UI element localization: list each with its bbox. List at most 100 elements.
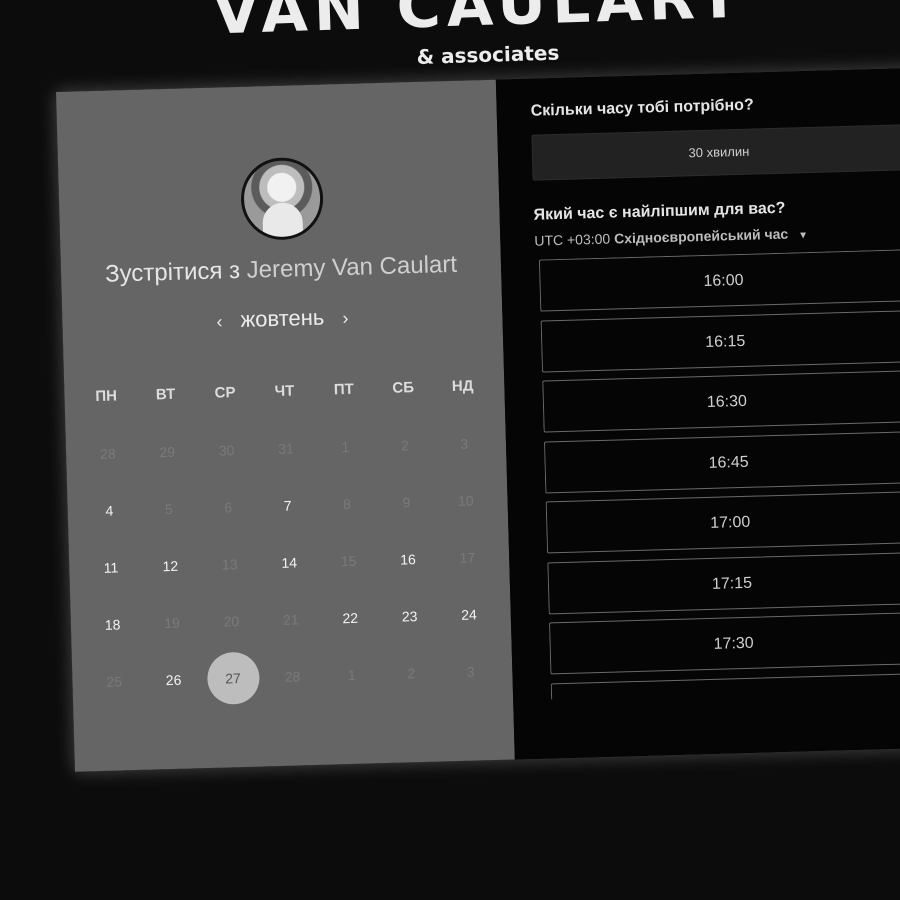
weekday-header: НД: [451, 377, 474, 396]
calendar-day-number: 1: [347, 666, 356, 683]
calendar-day: 1: [321, 645, 382, 704]
calendar-day: 5: [138, 479, 199, 538]
time-slot-button[interactable]: 16:30: [542, 370, 900, 433]
time-slot-button[interactable]: 16:00: [538, 249, 900, 312]
calendar-day-number: 8: [342, 495, 352, 512]
calendar-day: 1: [315, 417, 376, 476]
calendar-day[interactable]: 14: [259, 533, 320, 592]
calendar-day: 20: [201, 591, 262, 650]
calendar-day: 8: [317, 474, 378, 533]
calendar-day-number: 27: [206, 651, 260, 705]
calendar-day[interactable]: 18: [82, 595, 143, 654]
time-slot-button[interactable]: 17:30: [549, 612, 900, 675]
calendar-day: 9: [376, 473, 437, 532]
calendar-day-number: 22: [342, 609, 359, 626]
calendar-day: 15: [318, 531, 379, 590]
prev-month-icon[interactable]: ‹: [216, 311, 223, 331]
weekday-header: СБ: [392, 379, 415, 397]
calendar-day-number: 11: [103, 558, 119, 576]
calendar-day: 30: [196, 421, 257, 480]
timezone-select[interactable]: UTC +03:00 Східноєвропейський час ▼: [534, 225, 808, 249]
calendar-day: 2: [374, 416, 435, 475]
calendar-day-number: 5: [164, 500, 173, 517]
calendar-day-number: 6: [224, 498, 233, 515]
calendar-day-number: 17: [459, 548, 476, 566]
calendar-day: 17: [437, 528, 498, 587]
calendar-day-number: 7: [283, 497, 292, 514]
calendar-day: 28: [77, 424, 138, 483]
caret-down-icon: ▼: [797, 230, 809, 242]
calendar-day-number: 29: [159, 443, 176, 460]
calendar-day[interactable]: 16: [378, 530, 439, 589]
calendar-day-number: 9: [402, 493, 411, 510]
calendar-day-number: 31: [278, 440, 295, 457]
calendar-day: 10: [435, 471, 496, 530]
calendar-day-number: 3: [466, 663, 475, 680]
duration-question: Скільки часу тобі потрібно?: [530, 96, 754, 120]
calendar-day: 29: [137, 422, 198, 481]
brand-header: VAN CAULART & associates: [0, 0, 899, 69]
time-slot-button[interactable]: 16:15: [540, 309, 900, 373]
calendar-day-number: 26: [165, 671, 182, 688]
calendar-day-number: 21: [282, 610, 299, 628]
month-nav: ‹ жовтень ›: [62, 300, 503, 338]
next-month-icon[interactable]: ›: [342, 308, 349, 328]
calendar-day-number: 20: [223, 612, 240, 630]
calendar-day[interactable]: 22: [320, 588, 381, 647]
calendar-day[interactable]: 23: [379, 587, 440, 646]
weekday-header: ПН: [95, 387, 118, 406]
weekday-header: ВТ: [155, 385, 176, 404]
calendar-day-number: 1: [341, 438, 350, 455]
weekday-header: СР: [214, 384, 236, 402]
calendar-grid: ПН ВТ СР ЧТ ПТ СБ НД 28 29 30 31 1 2 3 4 5 6 7 8 9 10 11 12 13 1…: [76, 358, 501, 710]
time-question: Який час є найліпшим для вас?: [533, 199, 786, 224]
calendar-day: 6: [198, 478, 259, 537]
calendar-day-number: 28: [99, 444, 116, 462]
calendar-day-number: 2: [407, 664, 416, 681]
calendar-day: 3: [434, 414, 495, 473]
calendar-day-selected[interactable]: 27: [202, 648, 263, 707]
duration-select[interactable]: 30 хвилин: [531, 124, 900, 181]
time-slot-list: 16:00 16:15 16:30 16:45 17:00 17:15 17:30: [538, 249, 900, 700]
avatar: [239, 156, 325, 241]
booking-card: Зустрітися з Jeremy Van Caulart ‹ жовтен…: [56, 67, 900, 772]
calendar-day-number: 16: [399, 550, 417, 568]
timezone-name: Східноєвропейський час: [613, 225, 789, 247]
time-slot-button[interactable]: 17:15: [547, 551, 900, 614]
calendar-day-number: 25: [106, 672, 123, 690]
time-slot-button[interactable]: 16:45: [543, 430, 900, 493]
calendar-day: 28: [262, 647, 323, 706]
time-slot-button[interactable]: 17:00: [545, 491, 900, 554]
calendar-day: 3: [440, 642, 501, 701]
calendar-day-number: 13: [221, 555, 238, 573]
calendar-day[interactable]: 24: [439, 585, 500, 644]
weekday-header: ПТ: [333, 380, 355, 399]
calendar-day[interactable]: 7: [257, 476, 318, 535]
calendar-panel: Зустрітися з Jeremy Van Caulart ‹ жовтен…: [56, 79, 515, 772]
calendar-day: 31: [256, 419, 317, 478]
calendar-day: 2: [381, 643, 442, 702]
calendar-day: 21: [260, 590, 321, 649]
calendar-day-number: 15: [340, 552, 357, 569]
meet-prefix: Зустрітися з: [104, 256, 241, 288]
calendar-day-number: 18: [104, 615, 121, 633]
timezone-offset: UTC +03:00: [534, 230, 611, 249]
calendar-day-number: 10: [457, 492, 474, 509]
weekday-header: ЧТ: [274, 382, 295, 401]
calendar-day-number: 12: [162, 557, 179, 574]
calendar-day[interactable]: 26: [143, 650, 204, 709]
calendar-day-number: 2: [400, 436, 409, 454]
calendar-day: 13: [199, 535, 260, 594]
calendar-day[interactable]: 11: [81, 538, 142, 597]
calendar-day-number: 4: [105, 502, 114, 519]
calendar-day-number: 23: [401, 607, 418, 625]
time-slot-button[interactable]: [550, 672, 900, 700]
calendar-day-number: 28: [284, 667, 301, 685]
meet-heading: Зустрітися з Jeremy Van Caulart: [61, 250, 502, 290]
calendar-day[interactable]: 4: [79, 481, 140, 540]
calendar-day: 25: [84, 652, 145, 711]
calendar-day: 19: [141, 593, 202, 652]
calendar-day-number: 19: [163, 614, 180, 631]
calendar-day[interactable]: 12: [140, 536, 201, 595]
calendar-day-number: 3: [460, 435, 469, 452]
